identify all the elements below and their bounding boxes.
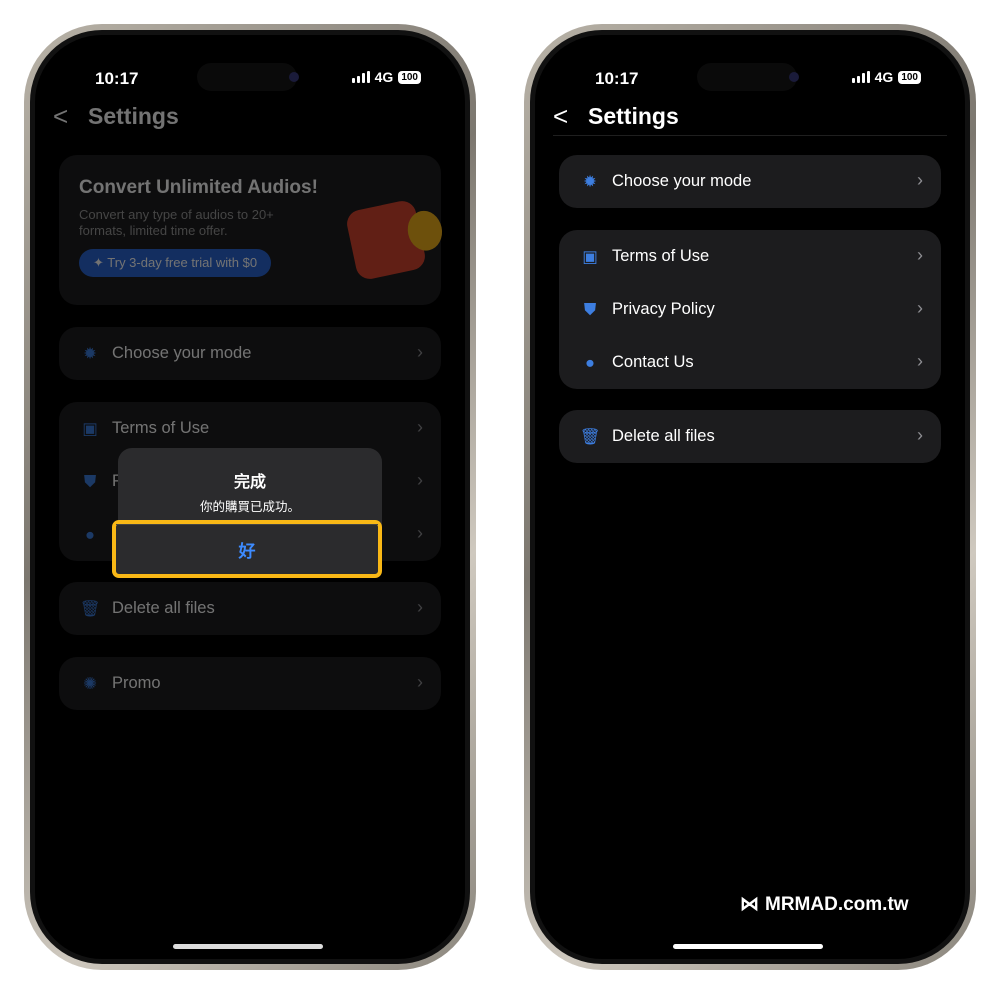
camera-illustration (344, 198, 446, 282)
row-label: Terms of Use (112, 419, 210, 437)
delete-card: 🗑 Delete all files › (559, 410, 941, 463)
person-icon: ● (85, 525, 95, 544)
dialog-title: 完成 (233, 474, 266, 491)
document-icon: ▣ (582, 248, 598, 266)
legal-card: ▣ Terms of Use › ⛊ Privacy Policy › ● Contact… (559, 230, 941, 389)
chevron-right-icon: › (917, 298, 923, 318)
row-label: Terms of Use (612, 247, 710, 265)
battery-icon: 100 (898, 70, 921, 84)
chevron-right-icon: › (417, 597, 423, 617)
promo-card: Convert Unlimited Audios! Convert any ty… (59, 155, 446, 305)
ok-highlight: 好 (112, 520, 382, 578)
row-terms[interactable]: ▣ Terms of Use › (559, 230, 941, 283)
page-title: Settings (88, 103, 179, 129)
trash-icon: 🗑 (79, 599, 101, 618)
header-divider (553, 135, 947, 136)
status-time: 10:17 (595, 69, 639, 88)
chevron-right-icon: › (417, 470, 423, 490)
mrmad-logo-icon: ⋈ (740, 894, 759, 915)
sun-icon: ✹ (583, 173, 597, 191)
row-delete-files[interactable]: 🗑 Delete all files › (559, 410, 941, 463)
promo-row-card: ✺ Promo › (59, 657, 441, 710)
purchase-success-dialog: 完成 你的購買已成功。 好 (112, 448, 382, 578)
row-label: Choose your mode (612, 172, 752, 190)
chevron-right-icon: › (917, 351, 923, 371)
row-promo[interactable]: ✺ Promo › (59, 657, 441, 710)
trial-label: Try 3-day free trial with $0 (107, 255, 258, 270)
back-button[interactable]: < (53, 101, 68, 132)
signal-icon (851, 71, 870, 83)
row-label: Choose your mode (112, 344, 252, 362)
row-label: Delete all files (112, 599, 215, 617)
badge-percent-icon: ✺ (83, 675, 97, 693)
ok-button[interactable]: 好 (116, 524, 378, 574)
row-choose-mode[interactable]: ✹ Choose your mode › (559, 155, 941, 208)
person-icon: ● (585, 353, 595, 372)
row-label: Delete all files (612, 427, 715, 445)
phone-right: 10:17 4G 100 < Settings ✹ Choose your mod… (524, 24, 976, 970)
network-label: 4G (874, 69, 894, 85)
home-indicator[interactable] (673, 944, 823, 949)
row-choose-mode[interactable]: ✹ Choose your mode › (59, 327, 441, 380)
camera (789, 72, 799, 82)
watermark-text: MRMAD.com.tw (765, 893, 909, 915)
row-delete-files[interactable]: 🗑 Delete all files › (59, 582, 441, 635)
free-trial-button[interactable]: ✦ Try 3-day free trial with $0 (79, 249, 272, 277)
chevron-right-icon: › (417, 672, 423, 692)
chevron-right-icon: › (917, 425, 923, 445)
row-label: Privacy Policy (612, 300, 715, 318)
sun-icon: ✹ (83, 345, 97, 363)
chevron-right-icon: › (417, 342, 423, 362)
row-contact[interactable]: ● Contact Us › (559, 336, 941, 389)
delete-card: 🗑 Delete all files › (59, 582, 441, 635)
trash-icon: 🗑 (579, 427, 601, 446)
mode-card: ✹ Choose your mode › (559, 155, 941, 208)
row-privacy[interactable]: ⛊ Privacy Policy › (559, 283, 941, 336)
page-title: Settings (588, 103, 679, 129)
chevron-right-icon: › (417, 417, 423, 437)
home-indicator[interactable] (173, 944, 323, 949)
dialog-message: 你的購買已成功。 (199, 500, 300, 514)
chevron-right-icon: › (417, 523, 423, 543)
back-button[interactable]: < (553, 101, 568, 132)
promo-title: Convert Unlimited Audios! (79, 177, 318, 198)
shield-icon: ⛊ (83, 472, 97, 491)
shield-icon: ⛊ (583, 300, 597, 319)
phone-left: 10:17 4G 100 < Settings Convert Unlimite… (24, 24, 476, 970)
chevron-right-icon: › (917, 170, 923, 190)
document-icon: ▣ (82, 420, 98, 438)
chevron-right-icon: › (917, 245, 923, 265)
watermark: ⋈ MRMAD.com.tw (740, 893, 909, 916)
mode-card: ✹ Choose your mode › (59, 327, 441, 380)
dynamic-island (697, 63, 797, 91)
row-label: Contact Us (612, 353, 694, 371)
status-indicators: 4G 100 (851, 69, 921, 85)
promo-description: Convert any type of audios to 20+ format… (79, 207, 274, 238)
row-label: Promo (112, 674, 161, 692)
